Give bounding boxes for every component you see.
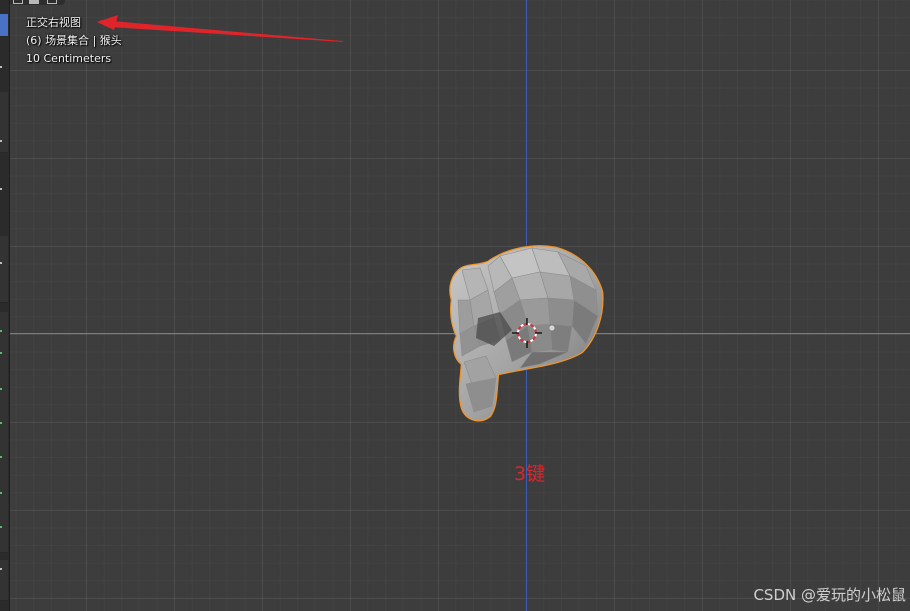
viewport-header-strip[interactable] — [9, 0, 65, 5]
tool-loopcut-icon[interactable] — [0, 456, 2, 458]
tool-scale-icon[interactable] — [0, 188, 2, 190]
object-origin — [549, 325, 555, 331]
viewport-info-overlay: 正交右视图 (6) 场景集合 | 猴头 10 Centimeters — [26, 14, 122, 68]
tool-annotate-group[interactable] — [0, 236, 8, 303]
select-extend-icon[interactable] — [47, 0, 57, 4]
tool-polybuild-icon[interactable] — [0, 526, 2, 528]
tool-bevel-icon[interactable] — [0, 422, 2, 424]
tool-spin-group[interactable] — [0, 560, 8, 601]
tool-spin-icon[interactable] — [0, 568, 2, 570]
tool-annotate-icon[interactable] — [0, 262, 2, 264]
view-name-text: 正交右视图 — [26, 16, 81, 29]
tool-transform-group[interactable] — [0, 92, 8, 153]
tool-add-cube-icon[interactable] — [0, 330, 2, 332]
tool-extrude-icon[interactable] — [0, 352, 2, 354]
watermark-text: CSDN @爱玩的小松鼠 — [753, 586, 906, 604]
tool-rotate-icon[interactable] — [0, 140, 2, 142]
3d-viewport[interactable]: 正交右视图 (6) 场景集合 | 猴头 10 Centimeters 3键 CS… — [0, 0, 910, 611]
tool-inset-icon[interactable] — [0, 388, 2, 390]
tool-edit-group[interactable] — [0, 312, 8, 553]
key-hint-label: 3键 — [514, 463, 546, 485]
tool-knife-icon[interactable] — [0, 492, 2, 494]
select-box-icon[interactable] — [13, 0, 23, 4]
select-mode-icon[interactable] — [29, 0, 39, 4]
monkey-head-object[interactable] — [0, 0, 910, 611]
tool-cursor-icon[interactable] — [0, 66, 2, 68]
collection-object-text: (6) 场景集合 | 猴头 — [26, 34, 122, 47]
tool-select-button[interactable] — [0, 14, 8, 37]
annotation-arrow-icon — [97, 15, 344, 42]
grid-scale-text: 10 Centimeters — [26, 52, 112, 65]
left-toolbar — [0, 0, 10, 611]
